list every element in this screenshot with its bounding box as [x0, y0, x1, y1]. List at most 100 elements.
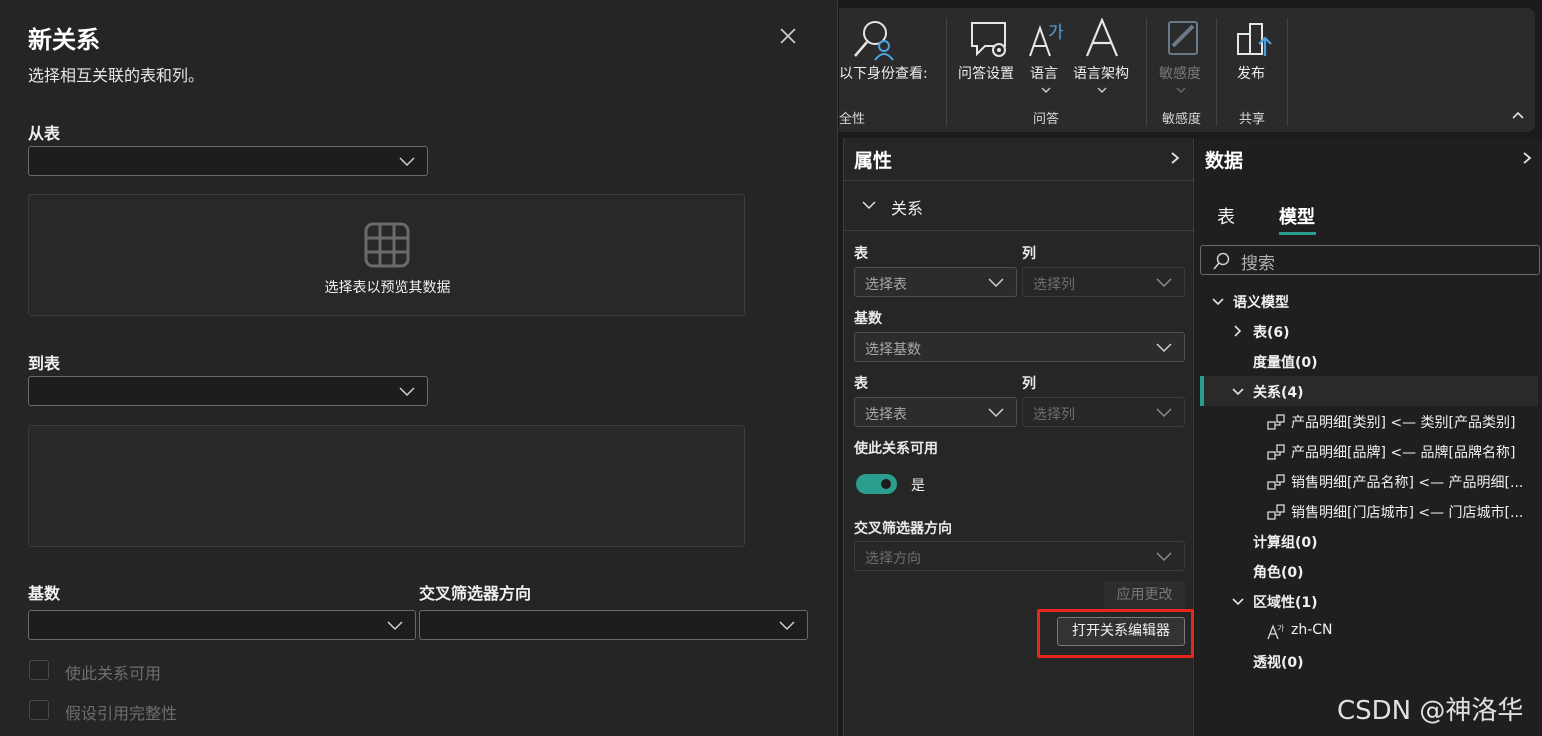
from-table-dropdown[interactable] — [28, 146, 428, 176]
properties-pane: 属性 关系 表 列 选择表 选择列 基数 选择基数 表 列 选择表 选择列 使此… — [843, 138, 1195, 736]
dialog-title: 新关系 — [28, 26, 100, 54]
qa-group-label: 问答 — [1033, 112, 1060, 127]
tree-relationships[interactable]: 关系(4) — [1253, 382, 1304, 402]
language-icon: 가 — [1028, 20, 1068, 60]
relationship-item[interactable]: 销售明细[产品名称] <— 产品明细[... — [1291, 472, 1523, 492]
tree-cultures[interactable]: 区域性(1) — [1253, 592, 1318, 612]
chevron-right-icon[interactable] — [1233, 325, 1242, 337]
watermark: CSDN @神洛华 — [1337, 696, 1524, 726]
active-tab-indicator — [1279, 232, 1316, 235]
close-icon[interactable] — [776, 24, 800, 48]
column-label-2: 列 — [1022, 376, 1036, 392]
culture-item[interactable]: zh-CN — [1291, 622, 1333, 638]
view-as-button[interactable]: 以下身份查看: — [839, 63, 928, 83]
column-dropdown-2[interactable]: 选择列 — [1022, 397, 1185, 427]
table-dropdown-1-placeholder: 选择表 — [865, 277, 907, 293]
ribbon: 以下身份查看: 全性 问答设置 가 语言 语言架构 问答 敏感度 敏感度 发布 … — [839, 8, 1535, 132]
cross-filter-dropdown[interactable] — [419, 610, 808, 640]
apply-changes-button[interactable]: 应用更改 — [1104, 581, 1185, 609]
search-placeholder: 搜索 — [1241, 254, 1275, 274]
relationship-item[interactable]: 产品明细[品牌] <— 品牌[品牌名称] — [1291, 442, 1515, 462]
to-table-label: 到表 — [28, 354, 61, 373]
tree-calculation-groups[interactable]: 计算组(0) — [1253, 532, 1318, 552]
from-table-label: 从表 — [28, 124, 61, 143]
sensitivity-button[interactable]: 敏感度 — [1159, 63, 1201, 83]
chevron-down-icon — [1097, 86, 1107, 94]
cross-filter-label: 交叉筛选器方向 — [419, 584, 532, 603]
tree-selected-row — [1200, 376, 1538, 406]
relationship-icon — [1267, 444, 1285, 460]
table-dropdown-2[interactable]: 选择表 — [854, 397, 1017, 427]
tree-measures[interactable]: 度量值(0) — [1253, 352, 1318, 372]
chevron-down-icon[interactable] — [1212, 297, 1224, 306]
make-active-toggle[interactable] — [856, 474, 897, 494]
ribbon-separator — [1216, 18, 1217, 126]
relationship-item[interactable]: 产品明细[类别] <— 类别[产品类别] — [1291, 412, 1515, 432]
linguistic-schema-button[interactable]: 语言架构 — [1073, 63, 1129, 83]
view-as-icon — [849, 18, 897, 62]
culture-icon: 가 — [1267, 622, 1285, 640]
cross-filter-dropdown[interactable]: 选择方向 — [854, 541, 1185, 571]
tab-tables[interactable]: 表 — [1217, 203, 1235, 229]
relationship-section-header[interactable]: 关系 — [891, 195, 923, 219]
tree-semantic-model[interactable]: 语义模型 — [1233, 292, 1289, 312]
chevron-down-icon[interactable] — [862, 200, 876, 210]
sensitivity-icon — [1165, 18, 1201, 58]
relationship-icon — [1267, 504, 1285, 520]
relationship-icon — [1267, 414, 1285, 430]
to-table-dropdown[interactable] — [28, 376, 428, 406]
cardinality-label: 基数 — [854, 311, 882, 327]
search-input[interactable]: 搜索 — [1200, 245, 1540, 275]
svg-text:가: 가 — [1277, 624, 1285, 633]
chevron-down-icon — [1156, 552, 1172, 562]
ribbon-separator — [946, 18, 947, 126]
tab-model[interactable]: 模型 — [1279, 203, 1315, 229]
sensitivity-group-label: 敏感度 — [1162, 112, 1202, 127]
expand-pane-icon[interactable] — [1522, 152, 1532, 164]
chevron-down-icon[interactable] — [1232, 387, 1244, 396]
language-button[interactable]: 语言 — [1030, 63, 1058, 83]
svg-text:가: 가 — [1048, 23, 1064, 43]
table-label-1: 表 — [854, 246, 868, 262]
chevron-down-icon — [1156, 278, 1172, 288]
make-active-label: 使此关系可用 — [65, 664, 162, 683]
tree-tables[interactable]: 表(6) — [1253, 322, 1290, 342]
qa-setup-icon — [969, 20, 1011, 60]
ribbon-separator — [1146, 18, 1147, 126]
from-table-preview: 选择表以预览其数据 — [28, 194, 745, 316]
column-dropdown-1-placeholder: 选择列 — [1033, 277, 1075, 293]
tree-perspectives[interactable]: 透视(0) — [1253, 652, 1304, 672]
column-dropdown-1[interactable]: 选择列 — [1022, 267, 1185, 297]
chevron-down-icon — [1156, 408, 1172, 418]
properties-title: 属性 — [854, 150, 893, 172]
divider — [844, 180, 1195, 181]
tree-roles[interactable]: 角色(0) — [1253, 562, 1304, 582]
share-group-label: 共享 — [1239, 112, 1266, 127]
preview-hint: 选择表以预览其数据 — [324, 280, 451, 296]
cardinality-label: 基数 — [28, 584, 61, 603]
expand-pane-icon[interactable] — [1170, 152, 1180, 164]
cross-filter-placeholder: 选择方向 — [865, 551, 921, 567]
cardinality-dropdown[interactable] — [28, 610, 416, 640]
toggle-knob — [881, 479, 891, 489]
grid-icon — [364, 222, 410, 268]
open-relationship-editor-button[interactable]: 打开关系编辑器 — [1057, 617, 1185, 646]
cross-filter-label: 交叉筛选器方向 — [854, 521, 952, 537]
relationship-item[interactable]: 销售明细[门店城市] <— 门店城市[... — [1291, 502, 1523, 522]
chevron-down-icon — [399, 157, 415, 167]
table-label-2: 表 — [854, 376, 868, 392]
new-relationship-dialog: 新关系 选择相互关联的表和列。 从表 选择表以预览其数据 到表 基数 交叉筛选器… — [0, 0, 838, 736]
make-active-checkbox[interactable] — [29, 660, 49, 680]
chevron-down-icon — [387, 621, 403, 631]
table-dropdown-1[interactable]: 选择表 — [854, 267, 1017, 297]
to-table-preview — [28, 425, 745, 547]
collapse-ribbon-icon[interactable] — [1511, 110, 1525, 120]
chevron-down-icon[interactable] — [1232, 597, 1244, 606]
publish-button[interactable]: 发布 — [1237, 63, 1265, 83]
divider — [844, 230, 1195, 231]
qa-setup-button[interactable]: 问答设置 — [958, 63, 1014, 83]
security-group-label: 全性 — [839, 112, 866, 127]
search-icon — [1213, 252, 1230, 270]
assume-integrity-checkbox[interactable] — [29, 700, 49, 720]
cardinality-dropdown[interactable]: 选择基数 — [854, 332, 1185, 362]
